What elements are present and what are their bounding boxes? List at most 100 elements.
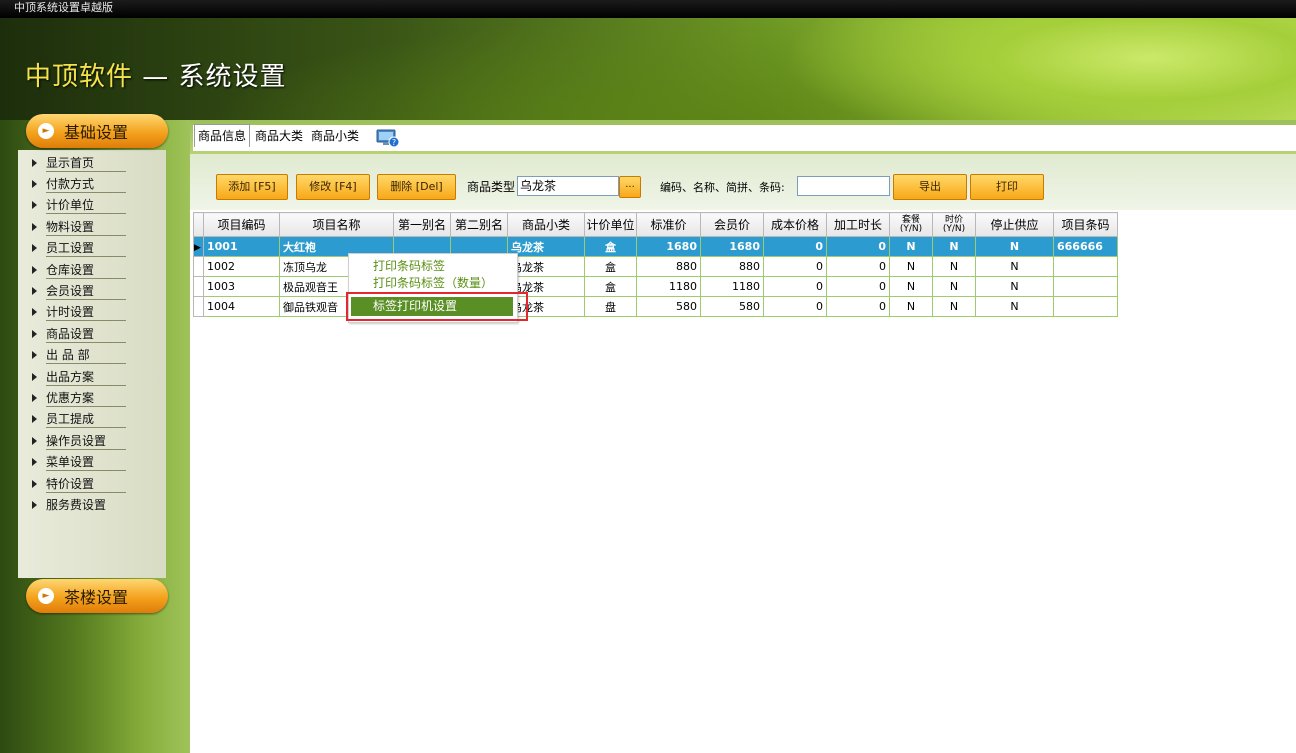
sidebar-item-service-fee[interactable]: 服务费设置 <box>16 494 136 515</box>
column-header[interactable]: 加工时长 <box>826 212 890 237</box>
column-header[interactable]: 第二别名 <box>450 212 508 237</box>
sidebar-item-dispatch-plan[interactable]: 出品方案 <box>16 366 136 387</box>
cell-code[interactable]: 1004 <box>203 296 280 317</box>
table-row[interactable]: 1002 冻顶乌龙 乌龙茶 盒 880 880 0 0 N N N <box>193 256 1118 277</box>
cell-barcode[interactable]: 666666 <box>1053 236 1118 257</box>
add-button[interactable]: 添加 [F5] <box>216 174 288 200</box>
delete-button[interactable]: 删除 [Del] <box>377 174 456 200</box>
cell-process-time[interactable]: 0 <box>826 236 890 257</box>
cell-price[interactable]: 1180 <box>636 276 701 297</box>
sidebar-item-label: 计时设置 <box>46 303 126 322</box>
row-selector[interactable] <box>193 296 204 317</box>
menu-item-print-barcode[interactable]: 打印条码标签 <box>373 257 445 274</box>
cell-combo[interactable]: N <box>889 276 933 297</box>
group-basic-settings-button[interactable]: ► 基础设置 <box>26 114 168 148</box>
sidebar-item-unit[interactable]: 计价单位 <box>16 195 136 216</box>
column-header[interactable]: 套餐 (Y/N) <box>889 212 933 237</box>
group-teahouse-settings-button[interactable]: ► 茶楼设置 <box>26 579 168 613</box>
column-header[interactable]: 成本价格 <box>763 212 827 237</box>
sidebar-item-staff[interactable]: 员工设置 <box>16 238 136 259</box>
menu-item-print-barcode-qty[interactable]: 打印条码标签（数量） <box>373 274 493 291</box>
cell-member-price[interactable]: 880 <box>700 256 764 277</box>
sidebar-item-material[interactable]: 物料设置 <box>16 216 136 237</box>
cell-barcode[interactable] <box>1053 296 1118 317</box>
sidebar-item-operator[interactable]: 操作员设置 <box>16 430 136 451</box>
search-input[interactable] <box>797 176 890 196</box>
column-header[interactable]: 计价单位 <box>584 212 637 237</box>
cell-stop-supply[interactable]: N <box>975 276 1054 297</box>
cell-cost[interactable]: 0 <box>763 296 827 317</box>
cell-unit[interactable]: 盒 <box>584 276 637 297</box>
sidebar-item-product[interactable]: 商品设置 <box>16 323 136 344</box>
sidebar-item-commission[interactable]: 员工提成 <box>16 409 136 430</box>
tab-product-info[interactable]: 商品信息 <box>194 124 251 147</box>
sidebar-item-dispatch-dept[interactable]: 出 品 部 <box>16 345 136 366</box>
cell-member-price[interactable]: 1680 <box>700 236 764 257</box>
tab-product-category[interactable]: 商品大类 <box>252 125 306 147</box>
cell-cost[interactable]: 0 <box>763 256 827 277</box>
sidebar-item-home[interactable]: 显示首页 <box>16 152 136 173</box>
cell-stop-supply[interactable]: N <box>975 256 1054 277</box>
cell-price[interactable]: 880 <box>636 256 701 277</box>
column-header[interactable]: 第一别名 <box>393 212 451 237</box>
sidebar-item-warehouse[interactable]: 仓库设置 <box>16 259 136 280</box>
cell-combo[interactable]: N <box>889 296 933 317</box>
column-header[interactable]: 项目条码 <box>1053 212 1118 237</box>
column-header[interactable]: 时价 (Y/N) <box>932 212 976 237</box>
column-header[interactable]: 项目编码 <box>203 212 280 237</box>
cell-unit[interactable]: 盒 <box>584 236 637 257</box>
sidebar-item-menu[interactable]: 菜单设置 <box>16 451 136 472</box>
table-row[interactable]: 1003 极品观音王 乌龙茶 盒 1180 1180 0 0 N N N <box>193 276 1118 297</box>
help-monitor-icon[interactable]: ? <box>376 128 400 148</box>
cell-market-price[interactable]: N <box>932 296 976 317</box>
cell-code[interactable]: 1002 <box>203 256 280 277</box>
cell-stop-supply[interactable]: N <box>975 236 1054 257</box>
cell-price[interactable]: 1680 <box>636 236 701 257</box>
sidebar-item-member[interactable]: 会员设置 <box>16 280 136 301</box>
cell-price[interactable]: 580 <box>636 296 701 317</box>
cell-process-time[interactable]: 0 <box>826 276 890 297</box>
edit-button[interactable]: 修改 [F4] <box>296 174 370 200</box>
cell-member-price[interactable]: 1180 <box>700 276 764 297</box>
cell-subcategory[interactable]: 乌龙茶 <box>507 256 585 277</box>
cell-member-price[interactable]: 580 <box>700 296 764 317</box>
column-header[interactable]: 停止供应 <box>975 212 1054 237</box>
cell-cost[interactable]: 0 <box>763 276 827 297</box>
cell-process-time[interactable]: 0 <box>826 256 890 277</box>
column-header[interactable]: 项目名称 <box>279 212 394 237</box>
column-header[interactable]: 标准价 <box>636 212 701 237</box>
sidebar-item-discount[interactable]: 优惠方案 <box>16 387 136 408</box>
highlight-box <box>346 292 528 321</box>
cell-code[interactable]: 1003 <box>203 276 280 297</box>
browse-button[interactable]: ... <box>619 176 641 198</box>
cell-subcategory[interactable]: 乌龙茶 <box>507 236 585 257</box>
column-header[interactable]: 会员价 <box>700 212 764 237</box>
row-selector[interactable] <box>193 256 204 277</box>
tab-product-subcategory[interactable]: 商品小类 <box>308 125 362 147</box>
row-selector[interactable] <box>193 276 204 297</box>
sidebar-item-timing[interactable]: 计时设置 <box>16 302 136 323</box>
cell-unit[interactable]: 盒 <box>584 256 637 277</box>
cell-cost[interactable]: 0 <box>763 236 827 257</box>
cell-market-price[interactable]: N <box>932 276 976 297</box>
sidebar-item-payment[interactable]: 付款方式 <box>16 173 136 194</box>
cell-combo[interactable]: N <box>889 256 933 277</box>
cell-unit[interactable]: 盘 <box>584 296 637 317</box>
cell-market-price[interactable]: N <box>932 256 976 277</box>
page-title: 中顶软件 — 系统设置 <box>25 56 287 93</box>
export-button[interactable]: 导出 <box>893 174 967 200</box>
sidebar-item-special-price[interactable]: 特价设置 <box>16 473 136 494</box>
cell-stop-supply[interactable]: N <box>975 296 1054 317</box>
cell-barcode[interactable] <box>1053 256 1118 277</box>
table-row[interactable]: 1004 御品铁观音 乌龙茶 盘 580 580 0 0 N N N <box>193 296 1118 317</box>
cell-market-price[interactable]: N <box>932 236 976 257</box>
table-row[interactable]: ▶ 1001 大红袍 乌龙茶 盒 1680 1680 0 0 N N N 666… <box>193 236 1118 257</box>
cell-barcode[interactable] <box>1053 276 1118 297</box>
cell-process-time[interactable]: 0 <box>826 296 890 317</box>
sidebar-item-label: 商品设置 <box>46 325 126 343</box>
cell-code[interactable]: 1001 <box>203 236 280 257</box>
print-button[interactable]: 打印 <box>970 174 1044 200</box>
column-header[interactable]: 商品小类 <box>507 212 585 237</box>
product-type-field[interactable]: 乌龙茶 <box>517 176 619 196</box>
cell-combo[interactable]: N <box>889 236 933 257</box>
